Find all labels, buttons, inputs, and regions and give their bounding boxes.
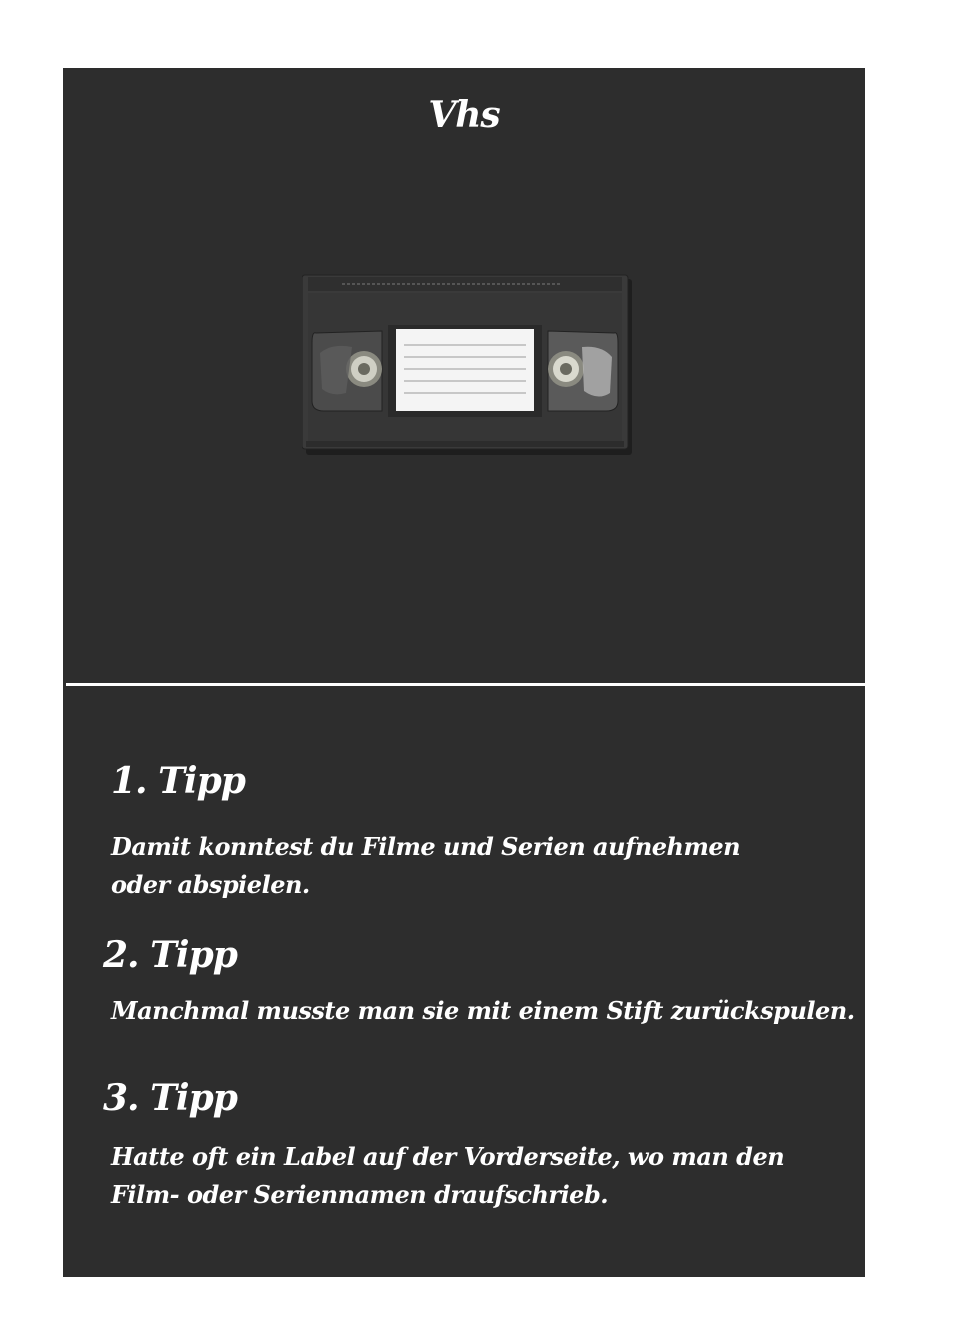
card-title: Vhs (428, 94, 500, 136)
tip-2-heading: 2. Tipp (103, 934, 238, 976)
tip-1-text: Damit konntest du Filme und Serien aufne… (111, 832, 741, 899)
divider (66, 683, 865, 686)
tip-3-text: Hatte oft ein Label auf der Vorderseite,… (111, 1142, 785, 1209)
quiz-card: Vhs 1. Tipp Damit konntest du Filme und … (63, 68, 865, 1277)
tip-2-text: Manchmal musste man sie mit einem Stift … (111, 996, 855, 1025)
vhs-cassette-icon (301, 274, 632, 455)
vhs-cassette-image (301, 273, 632, 455)
tip-1-heading: 1. Tipp (111, 760, 246, 802)
tip-3-heading: 3. Tipp (103, 1077, 238, 1119)
